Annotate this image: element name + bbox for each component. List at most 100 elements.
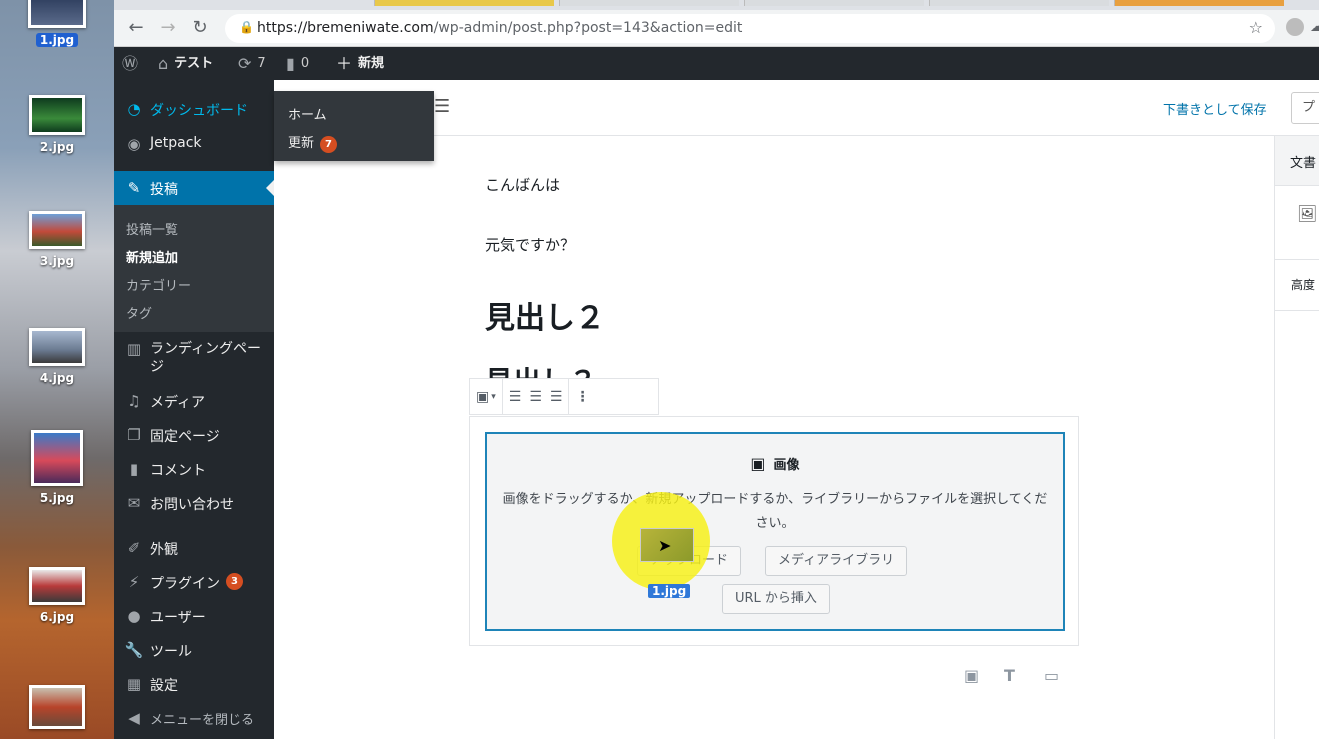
desktop: 1.jpg 2.jpg 3.jpg 4.jpg 5.jpg 6.jpg <box>0 0 114 739</box>
menu-collapse[interactable]: ◀ メニューを閉じる <box>114 709 274 728</box>
brush-icon: ✐ <box>127 539 141 557</box>
browser-tab[interactable] <box>559 0 739 6</box>
browser-tab[interactable] <box>1114 0 1284 6</box>
media-library-button[interactable]: メディアライブラリ <box>765 546 908 576</box>
extension-cloud-icon[interactable]: ☁ <box>1310 16 1319 35</box>
bookmark-star-icon[interactable]: ☆ <box>1249 18 1263 37</box>
menu-dashboard[interactable]: ◔ ダッシュボード <box>114 100 274 120</box>
file-thumbnail <box>29 95 85 135</box>
submenu-add-new[interactable]: 新規追加 <box>126 247 178 266</box>
inserter-image-icon[interactable]: ▣ <box>964 666 979 685</box>
paragraph-block[interactable]: こんばんは <box>485 174 560 195</box>
desktop-file-4[interactable]: 4.jpg <box>0 328 114 386</box>
extension-icon[interactable] <box>1286 18 1304 36</box>
file-label: 1.jpg <box>35 33 79 47</box>
new-content-menu[interactable]: ＋ 新規 <box>336 47 384 80</box>
address-bar[interactable]: 🔒 https://bremeniwate.com/wp-admin/post.… <box>225 14 1275 43</box>
document-tab[interactable]: 文書 <box>1275 136 1319 186</box>
desktop-file-6[interactable]: 6.jpg <box>0 567 114 625</box>
heading-block[interactable]: 見出し２ <box>485 293 605 337</box>
align-right-icon[interactable]: ☰ <box>550 389 563 405</box>
url-text: https://bremeniwate.com/wp-admin/post.ph… <box>257 20 742 36</box>
file-label: 5.jpg <box>39 491 75 505</box>
jetpack-icon: ◉ <box>127 135 141 153</box>
image-icon: ▣ <box>476 388 490 405</box>
pages-icon: ❐ <box>127 426 141 444</box>
insert-from-url-button[interactable]: URL から挿入 <box>722 584 830 614</box>
save-draft-button[interactable]: 下書きとして保存 <box>1163 99 1267 118</box>
menu-label-line1: ランディングペー <box>150 341 262 357</box>
menu-landing-page[interactable]: ▥ ランディングページ <box>114 340 274 376</box>
menu-label: メディア <box>150 395 206 411</box>
updates-badge: 7 <box>320 136 338 153</box>
desktop-file-3[interactable]: 3.jpg <box>0 211 114 269</box>
block-type-switcher[interactable]: ▣ ▾ <box>470 379 503 414</box>
desktop-file-5[interactable]: 5.jpg <box>0 430 114 506</box>
menu-pages[interactable]: ❐ 固定ページ <box>114 426 274 446</box>
advanced-panel-label[interactable]: 高度 <box>1291 276 1315 293</box>
file-thumbnail <box>29 567 85 605</box>
menu-media[interactable]: ♫ メディア <box>114 392 274 412</box>
desktop-file-1[interactable]: 1.jpg <box>0 0 114 48</box>
media-icon: ♫ <box>127 392 141 410</box>
site-name-menu[interactable]: ⌂ テスト <box>158 47 213 80</box>
updates-menu[interactable]: ⟳ 7 <box>238 47 266 80</box>
browser-tab[interactable] <box>929 0 1109 6</box>
forward-button[interactable]: → <box>156 16 180 40</box>
dragged-file-label: 1.jpg <box>648 584 691 598</box>
placeholder-title-text: 画像 <box>773 458 800 473</box>
submenu-tags[interactable]: タグ <box>126 303 152 322</box>
user-icon: ● <box>127 607 141 625</box>
wp-logo-menu[interactable]: Ⓦ <box>122 47 138 80</box>
landing-page-icon: ▥ <box>126 340 142 358</box>
document-outline-icon[interactable]: ☰ <box>434 96 450 117</box>
menu-plugins[interactable]: ⚡ プラグイン 3 <box>114 573 274 593</box>
comments-menu[interactable]: ▮ 0 <box>286 47 309 80</box>
browser-tab[interactable] <box>374 0 554 6</box>
menu-comments[interactable]: ▮ コメント <box>114 460 274 480</box>
menu-contact[interactable]: ✉ お問い合わせ <box>114 494 274 514</box>
heading-block[interactable]: 見出し３ <box>485 360 597 380</box>
menu-settings[interactable]: ▦ 設定 <box>114 675 274 695</box>
comment-icon: ▮ <box>129 460 139 478</box>
menu-label: コメント <box>150 463 206 479</box>
paragraph-block[interactable]: 元気ですか？ <box>485 234 575 255</box>
wp-admin-bar: Ⓦ ⌂ テスト ⟳ 7 ▮ 0 ＋ 新規 <box>114 47 1319 80</box>
align-center-icon[interactable]: ☰ <box>529 389 542 405</box>
file-label: 3.jpg <box>39 254 75 268</box>
image-block: ▣ 画像 画像をドラッグするか、新規アップロードするか、ライブラリーからファイルを… <box>469 416 1079 646</box>
inserter-cover-icon[interactable]: ▭ <box>1044 666 1059 685</box>
submenu-all-posts[interactable]: 投稿一覧 <box>126 219 178 238</box>
menu-label: お問い合わせ <box>150 497 234 513</box>
block-editor: ☰ 下書きとして保存 プ 文書 🖼 高度 こんばんは 元気ですか？ 見出し２ 見… <box>274 80 1319 739</box>
inserter-text-icon[interactable]: T <box>1004 666 1015 685</box>
dashboard-flyout-menu: ホーム 更新 7 <box>274 91 434 161</box>
block-toolbar: ▣ ▾ ☰ ☰ ☰ ⋮ <box>469 378 659 415</box>
collapse-arrow-icon: ◀ <box>128 709 140 727</box>
file-label: 2.jpg <box>39 140 75 154</box>
submenu-categories[interactable]: カテゴリー <box>126 275 191 294</box>
flyout-updates[interactable]: 更新 7 <box>288 132 338 153</box>
menu-jetpack[interactable]: ◉ Jetpack <box>114 135 274 153</box>
menu-users[interactable]: ● ユーザー <box>114 607 274 627</box>
desktop-file-2[interactable]: 2.jpg <box>0 95 114 155</box>
menu-label: ツール <box>150 644 192 660</box>
menu-tools[interactable]: 🔧 ツール <box>114 641 274 661</box>
browser-tab[interactable] <box>744 0 924 6</box>
menu-appearance[interactable]: ✐ 外観 <box>114 539 274 559</box>
menu-posts[interactable]: ✎ 投稿 <box>114 179 274 199</box>
image-icon: ▣ <box>750 454 766 473</box>
align-left-icon[interactable]: ☰ <box>509 389 522 405</box>
url-path: /wp-admin/post.php?post=143&action=edit <box>433 20 743 36</box>
reload-button[interactable]: ↻ <box>188 16 212 40</box>
image-placeholder[interactable]: ▣ 画像 画像をドラッグするか、新規アップロードするか、ライブラリーからファイルを… <box>485 432 1065 631</box>
menu-label: Jetpack <box>150 135 202 151</box>
flyout-home[interactable]: ホーム <box>288 104 327 123</box>
placeholder-title: ▣ 画像 <box>487 454 1063 473</box>
publish-button[interactable]: プ <box>1291 92 1319 124</box>
desktop-file-7[interactable] <box>0 685 114 729</box>
back-button[interactable]: ← <box>124 16 148 40</box>
more-options-icon[interactable]: ⋮ <box>575 389 589 405</box>
site-name: テスト <box>174 56 214 71</box>
file-label: 4.jpg <box>39 371 75 385</box>
